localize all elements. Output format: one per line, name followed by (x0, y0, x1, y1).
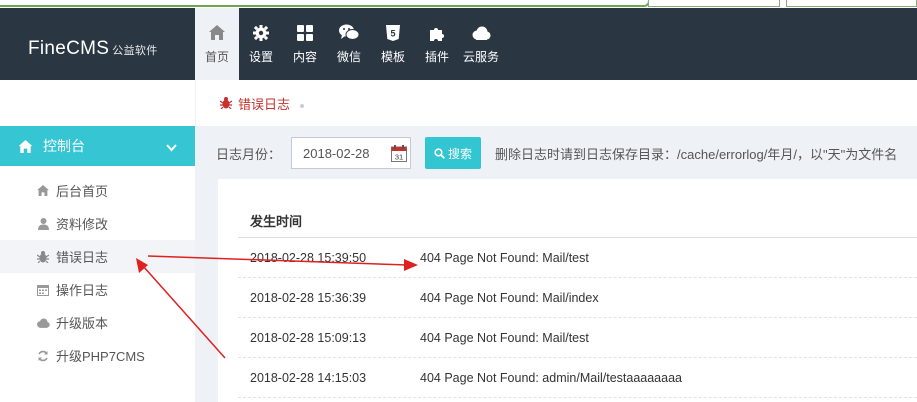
annotation-arrows (136, 255, 418, 359)
annotation-arrowhead-up (136, 258, 148, 273)
annotation-arrow-to-menu (142, 265, 226, 359)
annotation-arrow-to-log (147, 255, 409, 266)
annotation-arrowhead-right (404, 259, 418, 271)
